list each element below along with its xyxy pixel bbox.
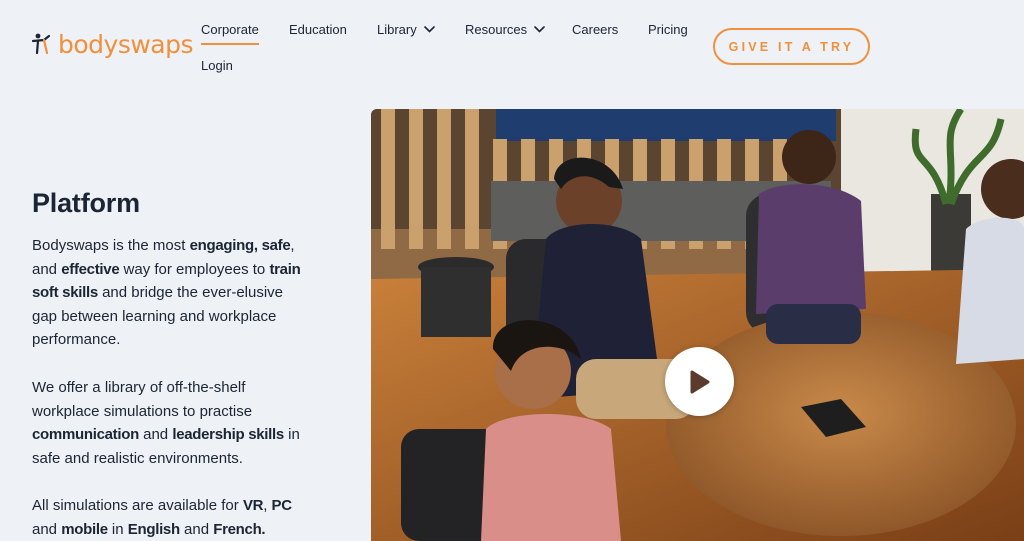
p2-bold-leadership-skills: leadership skills xyxy=(172,426,284,444)
brand-name: bodyswaps xyxy=(58,30,194,59)
p3-text: and xyxy=(179,520,214,538)
p3-bold-vr: VR xyxy=(242,497,264,514)
library-paragraph: We offer a library of off-the-shelf work… xyxy=(32,376,307,470)
nav-corporate-label: Corporate xyxy=(201,22,259,37)
page-title: Platform xyxy=(32,188,140,218)
brand-logo[interactable]: bodyswaps xyxy=(32,30,194,59)
chevron-down-icon xyxy=(534,26,545,33)
p3-text: All simulations are available for xyxy=(32,497,243,514)
p1-text: way for employees to xyxy=(119,260,270,278)
nav-careers[interactable]: Careers xyxy=(572,22,618,37)
nav-library-label: Library xyxy=(377,22,417,37)
p3-text: in xyxy=(107,520,128,538)
p1-bold-engaging: engaging xyxy=(189,237,255,254)
p1-bold-safe: safe xyxy=(257,237,291,254)
nav-resources-label: Resources xyxy=(465,22,528,37)
nav-education-label: Education xyxy=(289,22,347,37)
nav-corporate[interactable]: Corporate xyxy=(201,22,259,45)
nav-login-label: Login xyxy=(201,58,233,73)
p3-text: and xyxy=(32,520,62,538)
nav-login[interactable]: Login xyxy=(201,58,233,73)
p3-bold-pc: PC xyxy=(271,497,293,514)
p2-bold-communication: communication xyxy=(32,426,139,444)
chevron-down-icon xyxy=(423,26,435,33)
nav-careers-label: Careers xyxy=(572,22,619,37)
p1-text: Bodyswaps is the most xyxy=(32,237,190,254)
p3-bold-english: English xyxy=(127,520,180,538)
p2-text: We offer a library of off-the-shelf work… xyxy=(32,379,253,420)
p3-bold-french: French. xyxy=(213,520,266,538)
nav-pricing-label: Pricing xyxy=(648,22,688,37)
video-thumbnail-image xyxy=(371,109,1024,541)
p1-bold-effective: effective xyxy=(61,260,120,278)
video-player[interactable] xyxy=(371,109,1024,541)
play-icon xyxy=(690,370,709,393)
nav-library[interactable]: Library xyxy=(377,22,435,37)
intro-paragraph: Bodyswaps is the most engaging, safe, an… xyxy=(32,234,307,352)
availability-paragraph: All simulations are available for VR, PC… xyxy=(32,494,307,541)
play-button[interactable] xyxy=(665,347,734,416)
nav-education[interactable]: Education xyxy=(289,22,347,37)
p3-bold-mobile: mobile xyxy=(61,520,108,538)
p3-text: , xyxy=(263,497,272,514)
give-it-a-try-button[interactable]: GIVE IT A TRY xyxy=(713,28,870,65)
nav-pricing[interactable]: Pricing xyxy=(648,22,688,37)
logo-figure-icon xyxy=(32,33,51,54)
nav-resources[interactable]: Resources xyxy=(465,22,545,37)
p2-text: and xyxy=(138,426,173,444)
